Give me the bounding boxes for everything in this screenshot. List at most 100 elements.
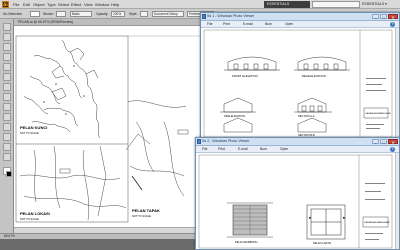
workspace-label[interactable]: ESSENTIALS ▾: [362, 1, 392, 8]
site-plan-c-title: PELAN TAPAK: [132, 208, 160, 213]
close-button[interactable]: ✕: [388, 139, 398, 145]
menu-type[interactable]: Type: [47, 2, 56, 7]
stroke-color-icon[interactable]: [6, 171, 12, 177]
document-tab-label: PELAN.ai @ 66.67% (RGB/Preview): [18, 20, 74, 24]
photo-viewer-icon: [197, 139, 201, 144]
site-plan-c-scale: NOT TO SCALE: [132, 214, 151, 218]
minimize-button[interactable]: –: [372, 139, 379, 145]
viewer-2-menu-email[interactable]: E-mail: [238, 147, 248, 151]
maximize-button[interactable]: □: [380, 139, 387, 145]
close-button[interactable]: ✕: [388, 14, 398, 20]
site-plan-map: [125, 100, 187, 197]
side-elevation-label: SIDE ELEVATION: [224, 114, 245, 118]
opacity-label: Opacity:: [96, 12, 109, 16]
status-bar: 66.67%: [0, 233, 200, 239]
menu-help[interactable]: Help: [111, 2, 119, 7]
help-icon[interactable]: ?: [390, 147, 395, 152]
viewer-2-menu-open[interactable]: Open: [280, 147, 288, 151]
roof-plan-label: PELAN BUMBUNG: [235, 240, 257, 244]
viewer-2-titlebar[interactable]: Ss 2 - Windows Photo Viewer – □ ✕: [196, 138, 399, 146]
selection-tool-icon[interactable]: [3, 23, 11, 31]
scale-tool-icon[interactable]: [3, 113, 11, 121]
photo-viewer-window-2: Ss 2 - Windows Photo Viewer – □ ✕ File P…: [195, 137, 400, 250]
menu-select[interactable]: Select: [58, 2, 69, 7]
style-swatch[interactable]: [140, 11, 148, 17]
viewer-1-menu-open[interactable]: Open: [285, 22, 293, 26]
illustrator-menubar: Ai File Edit Object Type Select Effect V…: [0, 0, 400, 9]
section-a-label: SECTION A-A: [298, 114, 315, 118]
viewer-2-image: PELAN BUMBUNG PELAN LANTAI CADANGAN BANG…: [197, 153, 394, 249]
viewer-1-menu-burn[interactable]: Burn: [265, 22, 272, 26]
viewer-1-title: Ss 1 - Windows Photo Viewer: [207, 14, 255, 18]
viewer-2-menu-print[interactable]: Print: [218, 147, 225, 151]
pencil-tool-icon[interactable]: [3, 93, 11, 101]
location-marker: [59, 168, 71, 174]
direct-selection-tool-icon[interactable]: [3, 33, 11, 41]
style-label: Style:: [129, 12, 138, 16]
viewer-1-menu-file[interactable]: File: [207, 22, 212, 26]
illustrator-logo: Ai: [2, 1, 9, 8]
site-marker: [177, 129, 189, 135]
pen-tool-icon[interactable]: [3, 43, 11, 51]
title-block-2: CADANGAN BANGUNAN: [364, 221, 390, 224]
eyedropper-tool-icon[interactable]: [3, 133, 11, 141]
site-plan-b-title: PELAN LOKASI: [20, 211, 50, 216]
elevations-drawing: FRONT ELEVATION REAR ELEVATION SIDE ELEV…: [203, 29, 393, 138]
zoom-tool-icon[interactable]: [3, 153, 11, 161]
selection-label: No Selection: [3, 12, 23, 16]
front-elevation-label: FRONT ELEVATION: [232, 74, 258, 78]
menu-effect[interactable]: Effect: [71, 2, 81, 7]
fill-swatch[interactable]: [30, 11, 40, 17]
drawing-artwork: PELAN KUNCI NOT TO SCALE PELAN LOKASI NO…: [15, 35, 200, 223]
site-plan-b-scale: NOT TO SCALE: [20, 217, 39, 221]
workspace-switcher[interactable]: ESSENTIALS: [264, 1, 310, 8]
viewer-2-menu-burn[interactable]: Burn: [260, 147, 267, 151]
site-plan-a-title: PELAN KUNCI: [20, 125, 47, 130]
stroke-label: Stroke:: [43, 12, 54, 16]
viewer-2-menubar: File Print E-mail Burn Open ?: [196, 146, 399, 153]
maximize-button[interactable]: □: [380, 14, 387, 20]
minimize-button[interactable]: –: [372, 14, 379, 20]
menu-window[interactable]: Window: [95, 2, 109, 7]
brush-tool-icon[interactable]: [3, 83, 11, 91]
viewer-1-image: FRONT ELEVATION REAR ELEVATION SIDE ELEV…: [202, 28, 394, 139]
opacity-field[interactable]: 100%: [111, 11, 125, 17]
plans-drawing: PELAN BUMBUNG PELAN LANTAI CADANGAN BANG…: [198, 154, 393, 249]
viewer-2-menu-file[interactable]: File: [202, 147, 207, 151]
line-tool-icon[interactable]: [3, 63, 11, 71]
viewer-1-scrollbar[interactable]: [395, 28, 399, 139]
stroke-weight-field[interactable]: [56, 11, 66, 17]
menu-view[interactable]: View: [84, 2, 93, 7]
photo-viewer-icon: [202, 14, 206, 19]
menu-file[interactable]: File: [13, 2, 19, 7]
artboard-canvas[interactable]: PELAN KUNCI NOT TO SCALE PELAN LOKASI NO…: [14, 26, 200, 233]
document-setup-button[interactable]: Document Setup: [152, 11, 184, 17]
floor-plan-label: PELAN LANTAI: [313, 241, 331, 245]
menu-edit[interactable]: Edit: [23, 2, 30, 7]
menu-object[interactable]: Object: [33, 2, 45, 7]
floor-plan-shape: [306, 204, 346, 240]
help-icon[interactable]: ?: [390, 22, 395, 27]
viewer-2-scrollbar[interactable]: [395, 153, 399, 249]
rectangle-tool-icon[interactable]: [3, 73, 11, 81]
viewer-1-titlebar[interactable]: Ss 1 - Windows Photo Viewer – □ ✕: [201, 13, 399, 21]
viewer-1-menu-email[interactable]: E-mail: [243, 22, 253, 26]
site-plan-a-scale: NOT TO SCALE: [20, 131, 39, 135]
location-plan-map: [19, 145, 127, 221]
viewer-2-title: Ss 2 - Windows Photo Viewer: [202, 139, 250, 143]
type-tool-icon[interactable]: [3, 53, 11, 61]
brush-dropdown[interactable]: Basic: [70, 11, 92, 17]
zoom-level[interactable]: 66.67%: [4, 234, 15, 238]
key-plan-map: [23, 39, 101, 139]
viewer-1-menu-print[interactable]: Print: [223, 22, 230, 26]
title-block-1: CADANGAN BANGUNAN: [365, 112, 391, 115]
photo-viewer-window-1: Ss 1 - Windows Photo Viewer – □ ✕ File P…: [200, 12, 400, 140]
document-tab[interactable]: PELAN.ai @ 66.67% (RGB/Preview): [14, 19, 200, 26]
hand-tool-icon[interactable]: [3, 143, 11, 151]
gradient-tool-icon[interactable]: [3, 123, 11, 131]
rotate-tool-icon[interactable]: [3, 103, 11, 111]
viewer-1-menubar: File Print E-mail Burn Open ?: [201, 21, 399, 28]
rear-elevation-label: REAR ELEVATION: [302, 74, 326, 78]
search-input[interactable]: [312, 1, 360, 8]
tools-panel: [0, 19, 14, 233]
